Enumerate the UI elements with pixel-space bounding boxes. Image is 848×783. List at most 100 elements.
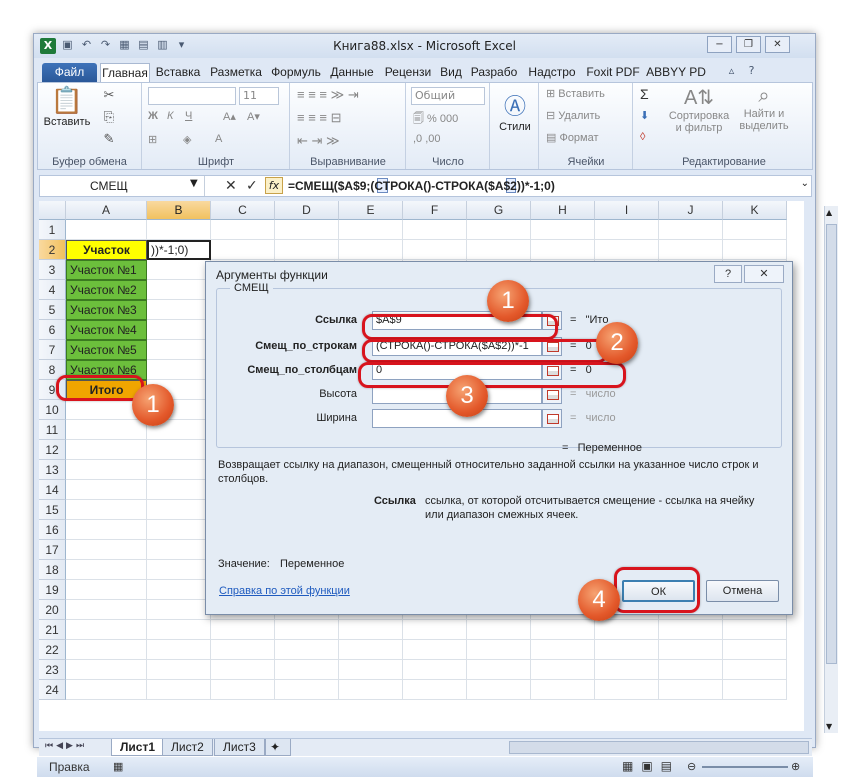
zoom-in-icon[interactable]: ⊕ (791, 760, 800, 773)
row-header[interactable]: 23 (39, 660, 66, 680)
grid-cell[interactable] (467, 240, 531, 260)
styles-button[interactable]: Ⓐ Стили (493, 89, 537, 133)
row-header[interactable]: 1 (39, 220, 66, 240)
row-header[interactable]: 18 (39, 560, 66, 580)
grid-cell[interactable] (66, 680, 147, 700)
zoom-out-icon[interactable]: ⊖ (687, 760, 696, 773)
sort-filter-button[interactable]: A⇅ Сортировка и фильтр (666, 85, 732, 134)
dialog-close-button[interactable]: ✕ (744, 265, 784, 283)
view-buttons-icon[interactable]: ▦▣▤ (622, 759, 680, 773)
row-header[interactable]: 13 (39, 460, 66, 480)
grid-cell[interactable] (147, 660, 211, 680)
grid-cell[interactable] (723, 240, 787, 260)
tab-home[interactable]: Главная (100, 63, 150, 82)
grid-cell[interactable] (147, 520, 211, 540)
help-icon[interactable]: ? (744, 64, 759, 78)
grid-cell[interactable] (531, 220, 595, 240)
sheet-nav-icon[interactable]: ⏮◀▶⏭ (45, 741, 87, 751)
grid-cell[interactable] (211, 240, 275, 260)
grid-cell[interactable] (595, 240, 659, 260)
grid-cell[interactable] (403, 660, 467, 680)
grid-cell[interactable] (66, 520, 147, 540)
restore-button[interactable]: ❐ (736, 36, 761, 53)
font-color-icon[interactable]: A (215, 133, 222, 145)
grid-cell[interactable] (66, 620, 147, 640)
align-top-icon[interactable]: ≡ ≡ ≡ ≫ ⇥ (297, 87, 359, 103)
grid-cell[interactable] (531, 660, 595, 680)
tab-developer[interactable]: Разрабо (466, 63, 522, 82)
clear-icon[interactable]: ◊ (640, 131, 645, 143)
tab-addins[interactable]: Надстро (524, 63, 580, 82)
grid-cell[interactable] (403, 640, 467, 660)
grid-cell[interactable] (147, 280, 211, 300)
grid-cell[interactable] (66, 220, 147, 240)
align-left-icon[interactable]: ≡ ≡ ≡ ⊟ (297, 110, 341, 126)
row-header[interactable]: 12 (39, 440, 66, 460)
minimize-button[interactable]: − (707, 36, 732, 53)
sheet-tab-2[interactable]: Лист2 (162, 739, 213, 756)
grid-cell[interactable] (211, 620, 275, 640)
grid-cell[interactable] (339, 240, 403, 260)
grid-cell[interactable] (531, 240, 595, 260)
grid-cell[interactable] (275, 660, 339, 680)
row-header[interactable]: 19 (39, 580, 66, 600)
grid-cell[interactable] (467, 680, 531, 700)
new-sheet-icon[interactable]: ✦ (265, 739, 291, 756)
grid-cell[interactable] (723, 640, 787, 660)
grid-cell[interactable] (659, 620, 723, 640)
decimal-icon[interactable]: ,0 ,00 (413, 133, 441, 145)
grid-cell[interactable] (339, 620, 403, 640)
grid-cell[interactable] (403, 680, 467, 700)
tab-formulas[interactable]: Формуль (268, 63, 324, 82)
grid-cell[interactable] (66, 560, 147, 580)
grid-cell[interactable] (723, 620, 787, 640)
vertical-scrollbar[interactable]: ▲ ▼ (824, 206, 838, 733)
enter-icon[interactable]: ✓ (246, 178, 258, 194)
name-box-dropdown-icon[interactable]: ▼ (190, 178, 198, 189)
grid-cell[interactable] (211, 640, 275, 660)
grid-cell[interactable] (66, 500, 147, 520)
scroll-down-icon[interactable]: ▼ (826, 722, 832, 731)
col-header-h[interactable]: H (531, 201, 595, 220)
grid-cell[interactable] (275, 680, 339, 700)
delete-cells-button[interactable]: ⊟ Удалить (546, 109, 600, 122)
dialog-help-button[interactable]: ? (714, 265, 742, 283)
grid-cell[interactable] (66, 640, 147, 660)
fill-color-icon[interactable]: ◈ (183, 133, 191, 146)
fill-icon[interactable]: ⬇ (640, 109, 649, 122)
tab-file[interactable]: Файл (42, 63, 97, 82)
decrease-font-icon[interactable]: A▾ (247, 110, 260, 123)
row-header[interactable]: 17 (39, 540, 66, 560)
grid-cell[interactable] (595, 660, 659, 680)
select-all-corner[interactable] (39, 201, 66, 220)
grid-cell[interactable] (403, 240, 467, 260)
tab-foxit[interactable]: Foxit PDF (582, 63, 644, 82)
underline-icon[interactable]: Ч (185, 110, 192, 122)
grid-cell[interactable] (211, 220, 275, 240)
grid-cell[interactable] (66, 460, 147, 480)
grid-cell[interactable] (147, 560, 211, 580)
grid-cell[interactable] (467, 220, 531, 240)
row-header[interactable]: 6 (39, 320, 66, 340)
grid-cell[interactable] (275, 220, 339, 240)
increase-font-icon[interactable]: A▴ (223, 110, 236, 123)
grid-cell[interactable] (147, 480, 211, 500)
grid-cell[interactable] (147, 440, 211, 460)
grid-cell[interactable] (211, 680, 275, 700)
sheet-tab-1[interactable]: Лист1 (111, 739, 165, 756)
grid-cell[interactable] (467, 640, 531, 660)
format-painter-icon[interactable]: ✎ (100, 131, 118, 147)
row-header[interactable]: 24 (39, 680, 66, 700)
grid-cell[interactable] (595, 640, 659, 660)
grid-cell[interactable] (467, 620, 531, 640)
function-help-link[interactable]: Справка по этой функции (219, 585, 350, 597)
grid-cell[interactable] (339, 680, 403, 700)
grid-cell[interactable] (275, 640, 339, 660)
grid-cell[interactable] (66, 660, 147, 680)
cell-a6[interactable]: Участок №4 (66, 320, 147, 340)
col-header-i[interactable]: I (595, 201, 659, 220)
row-header[interactable]: 20 (39, 600, 66, 620)
grid-cell[interactable] (595, 680, 659, 700)
insert-cells-button[interactable]: ⊞ Вставить (546, 87, 605, 100)
copy-icon[interactable]: ⎘ (100, 109, 118, 125)
